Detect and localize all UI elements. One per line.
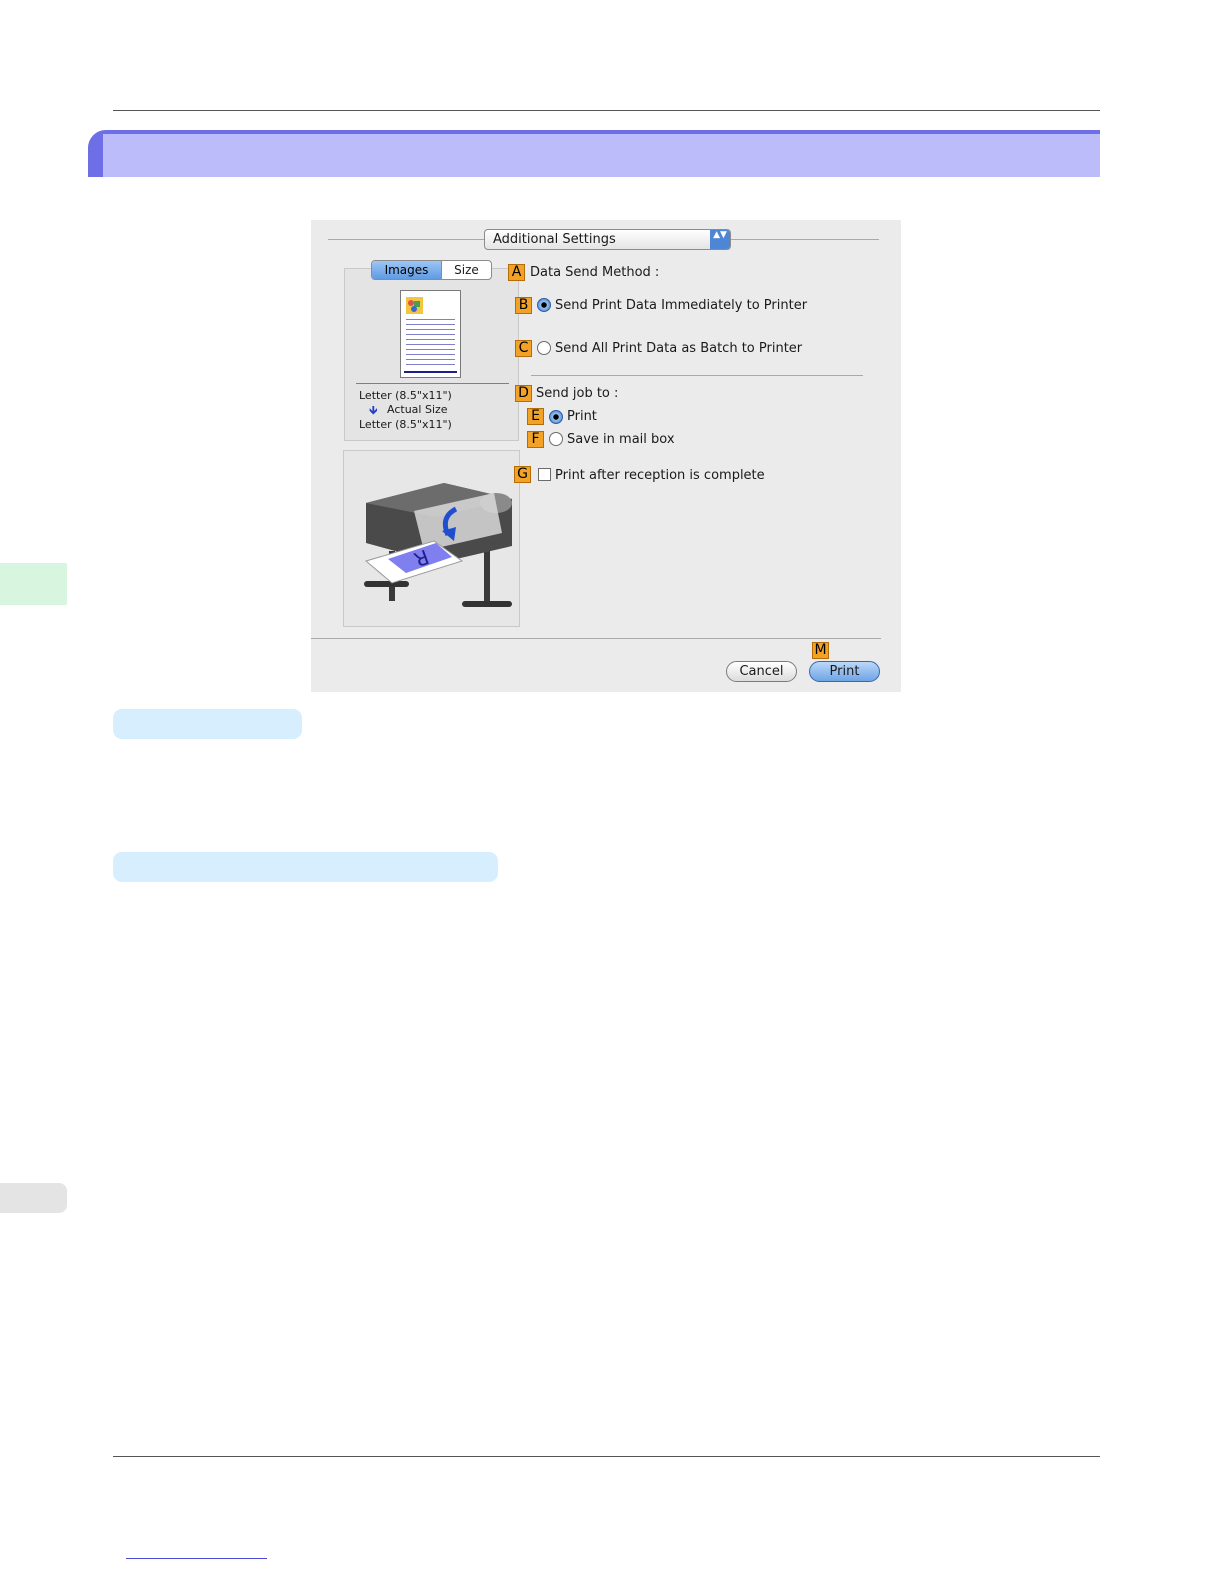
print-button[interactable]: Print <box>809 661 880 682</box>
job-print-radio[interactable] <box>549 410 563 424</box>
popup-left-rule <box>328 239 484 240</box>
page-side-tab <box>0 1183 67 1213</box>
send-batch-label[interactable]: Send All Print Data as Batch to Printer <box>555 341 802 356</box>
cancel-button[interactable]: Cancel <box>726 661 797 682</box>
printer-illustration: R <box>364 483 512 607</box>
section-heading-bar <box>88 130 1100 177</box>
callout-marker-g: G <box>514 466 531 483</box>
print-after-reception-label[interactable]: Print after reception is complete <box>555 468 765 483</box>
print-after-reception-checkbox[interactable] <box>538 468 551 481</box>
printer-illustration-panel: R <box>343 450 520 627</box>
additional-settings-dialog: Additional Settings ▲▼ Images Size Lette… <box>311 220 901 692</box>
scaling-label: Actual Size <box>387 403 448 416</box>
callout-marker-c: C <box>515 340 532 357</box>
data-send-method-label: Data Send Method : <box>530 265 660 280</box>
footer-link-underline[interactable] <box>126 1558 267 1559</box>
tab-images[interactable]: Images <box>372 261 441 279</box>
job-print-label[interactable]: Print <box>567 409 597 424</box>
send-immediately-radio[interactable] <box>537 298 551 312</box>
callout-marker-d: D <box>515 385 532 402</box>
settings-popup[interactable]: Additional Settings ▲▼ <box>484 229 731 250</box>
popup-right-rule <box>731 239 879 240</box>
send-job-to-label: Send job to : <box>536 386 619 401</box>
tab-size[interactable]: Size <box>441 261 491 279</box>
send-batch-radio[interactable] <box>537 341 551 355</box>
preview-divider <box>356 383 509 384</box>
button-bar-divider <box>311 638 881 639</box>
save-mailbox-radio[interactable] <box>549 432 563 446</box>
options-divider <box>531 375 863 376</box>
save-mailbox-label[interactable]: Save in mail box <box>567 432 675 447</box>
subheading-pill-2 <box>113 852 498 882</box>
subheading-pill-1 <box>113 709 302 739</box>
popup-arrows-icon: ▲▼ <box>710 230 730 249</box>
callout-marker-m: M <box>812 642 829 659</box>
page-preview-thumbnail <box>400 290 461 378</box>
footer-rule <box>113 1456 1100 1457</box>
callout-marker-b: B <box>515 297 532 314</box>
callout-marker-a: A <box>508 264 525 281</box>
header-rule <box>113 110 1100 111</box>
callout-marker-f: F <box>527 431 544 448</box>
preview-segmented-control[interactable]: Images Size <box>371 260 492 280</box>
send-immediately-label[interactable]: Send Print Data Immediately to Printer <box>555 298 807 313</box>
preview-image-icon <box>406 297 423 314</box>
settings-popup-label: Additional Settings <box>493 232 616 247</box>
output-size-label: Letter (8.5"x11") <box>359 418 452 431</box>
chapter-side-tab <box>0 563 67 605</box>
callout-marker-e: E <box>527 408 544 425</box>
